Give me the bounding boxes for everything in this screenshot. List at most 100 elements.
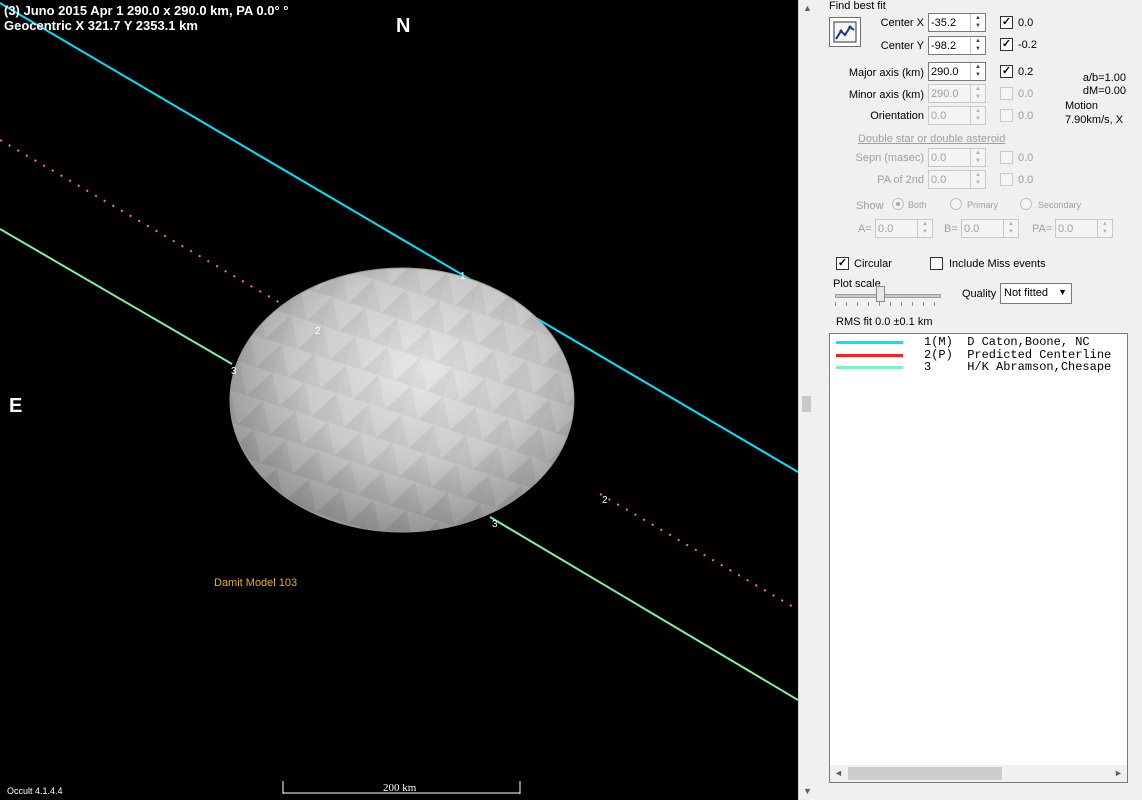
chord-3-marker-lower: 3	[492, 519, 498, 530]
spin-up-icon[interactable]: ▲	[918, 220, 932, 228]
spin-down-icon[interactable]: ▼	[971, 157, 985, 165]
chord-3-marker: 3	[231, 366, 237, 377]
spin-down-icon[interactable]: ▼	[971, 115, 985, 123]
spin-down-icon[interactable]: ▼	[1004, 228, 1018, 236]
spin-up-icon[interactable]: ▲	[1098, 220, 1112, 228]
show-both-radio[interactable]	[892, 198, 904, 210]
center-y-checkbox[interactable]: ✓	[1000, 38, 1013, 51]
show-label: Show	[856, 200, 884, 212]
show-secondary-label: Secondary	[1038, 200, 1082, 210]
plot-scale-slider-thumb[interactable]	[876, 286, 885, 302]
sepn-spinner[interactable]: ▲▼	[928, 148, 986, 167]
chord-2-predicted-lower	[599, 493, 796, 609]
spin-up-icon[interactable]: ▲	[971, 14, 985, 22]
spin-down-icon[interactable]: ▼	[971, 22, 985, 30]
plot-scale-slider[interactable]	[835, 294, 941, 298]
spin-down-icon[interactable]: ▼	[918, 228, 932, 236]
hscroll-thumb[interactable]	[848, 767, 1002, 780]
legend-swatch	[836, 366, 903, 369]
spin-up-icon[interactable]: ▲	[971, 171, 985, 179]
pa-2nd-spinner[interactable]: ▲▼	[928, 170, 986, 189]
legend-hscrollbar[interactable]: ◄ ►	[830, 765, 1127, 782]
b-label: B=	[944, 223, 958, 235]
spin-up-icon[interactable]: ▲	[971, 149, 985, 157]
minor-axis-spinner[interactable]: ▲▼	[928, 84, 986, 103]
scroll-down-icon[interactable]: ▼	[799, 783, 816, 800]
spin-down-icon[interactable]: ▼	[971, 179, 985, 187]
orientation-checkbox[interactable]	[1000, 109, 1013, 122]
major-axis-spinner[interactable]: ▲▼	[928, 62, 986, 81]
spin-down-icon[interactable]: ▼	[1098, 228, 1112, 236]
spin-up-icon[interactable]: ▲	[971, 37, 985, 45]
minor-axis-checkbox[interactable]	[1000, 87, 1013, 100]
find-best-fit-button[interactable]	[829, 17, 861, 47]
center-x-input[interactable]	[929, 14, 971, 31]
major-axis-checkbox[interactable]: ✓	[1000, 65, 1013, 78]
spin-up-icon[interactable]: ▲	[971, 107, 985, 115]
pa-2nd-label: PA of 2nd	[877, 174, 924, 186]
sepn-input[interactable]	[929, 149, 971, 166]
double-star-link[interactable]: Double star or double asteroid	[858, 133, 1005, 145]
b-spinner[interactable]: ▲▼	[961, 219, 1019, 238]
a-spinner[interactable]: ▲▼	[875, 219, 933, 238]
spin-down-icon[interactable]: ▼	[971, 93, 985, 101]
legend-text: 3 H/K Abramson,Chesape	[924, 360, 1112, 374]
a-input[interactable]	[876, 220, 918, 237]
orientation-spinner[interactable]: ▲▼	[928, 106, 986, 125]
show-primary-radio[interactable]	[950, 198, 962, 210]
center-y-input[interactable]	[929, 37, 971, 54]
minor-axis-label: Minor axis (km)	[848, 89, 924, 101]
plot-scale-ticks	[835, 302, 941, 306]
spin-up-icon[interactable]: ▲	[971, 85, 985, 93]
plot-scale-label: Plot scale	[833, 278, 881, 290]
minor-axis-input[interactable]	[929, 85, 971, 102]
pa-spinner[interactable]: ▲▼	[1055, 219, 1113, 238]
chevron-down-icon: ▼	[1058, 287, 1067, 297]
find-best-fit-label: Find best fit	[829, 0, 886, 12]
sepn-delta: 0.0	[1018, 152, 1034, 164]
show-secondary-radio[interactable]	[1020, 198, 1032, 210]
pa-2nd-checkbox[interactable]	[1000, 173, 1013, 186]
center-x-checkbox[interactable]: ✓	[1000, 16, 1013, 29]
asteroid-shape-model	[229, 267, 575, 533]
model-label: Damit Model 103	[214, 577, 298, 589]
center-x-delta: 0.0	[1018, 17, 1034, 29]
show-primary-label: Primary	[967, 200, 998, 210]
fit-controls-panel: Find best fit Center X ▲▼ ✓ 0.0 Center Y…	[816, 0, 1142, 800]
scroll-right-icon[interactable]: ►	[1110, 765, 1127, 782]
axis-ratio: a/b=1.00	[1082, 72, 1126, 84]
orientation-delta: 0.0	[1018, 110, 1034, 122]
center-x-spinner[interactable]: ▲▼	[928, 13, 986, 32]
scrollbar-thumb[interactable]	[802, 396, 811, 412]
panel-scrollbar[interactable]: ▲ ▼	[798, 0, 816, 800]
sepn-label: Sepn (masec)	[855, 152, 924, 164]
chord-1-marker: 1	[460, 271, 466, 282]
pa-2nd-input[interactable]	[929, 171, 971, 188]
scroll-up-icon[interactable]: ▲	[799, 0, 816, 17]
plot-title: (3) Juno 2015 Apr 1 290.0 x 290.0 km, PA…	[4, 3, 289, 18]
occultation-plot[interactable]: (3) Juno 2015 Apr 1 290.0 x 290.0 km, PA…	[0, 0, 798, 800]
circular-checkbox[interactable]: ✓	[836, 257, 849, 270]
pa-input[interactable]	[1056, 220, 1098, 237]
show-both-label: Both	[908, 200, 927, 210]
sepn-checkbox[interactable]	[1000, 151, 1013, 164]
major-axis-input[interactable]	[929, 63, 971, 80]
include-miss-label: Include Miss events	[949, 258, 1046, 270]
scale-bar-label: 200 km	[383, 782, 417, 794]
chord-2-marker: 2	[315, 326, 321, 337]
b-input[interactable]	[962, 220, 1004, 237]
center-y-spinner[interactable]: ▲▼	[928, 36, 986, 55]
chord-legend-list[interactable]: 1(M) D Caton,Boone, NC 2(P) Predicted Ce…	[829, 333, 1128, 783]
spin-down-icon[interactable]: ▼	[971, 45, 985, 53]
major-axis-label: Major axis (km)	[848, 67, 924, 79]
legend-item[interactable]: 3 H/K Abramson,Chesape	[830, 360, 1127, 374]
spin-up-icon[interactable]: ▲	[1004, 220, 1018, 228]
quality-select[interactable]: Not fitted ▼	[1000, 283, 1072, 304]
spin-up-icon[interactable]: ▲	[971, 63, 985, 71]
scroll-left-icon[interactable]: ◄	[830, 765, 847, 782]
geocentric-coords: Geocentric X 321.7 Y 2353.1 km	[4, 18, 198, 33]
orientation-input[interactable]	[929, 107, 971, 124]
spin-down-icon[interactable]: ▼	[971, 71, 985, 79]
include-miss-checkbox[interactable]	[930, 257, 943, 270]
center-x-label: Center X	[880, 17, 924, 29]
